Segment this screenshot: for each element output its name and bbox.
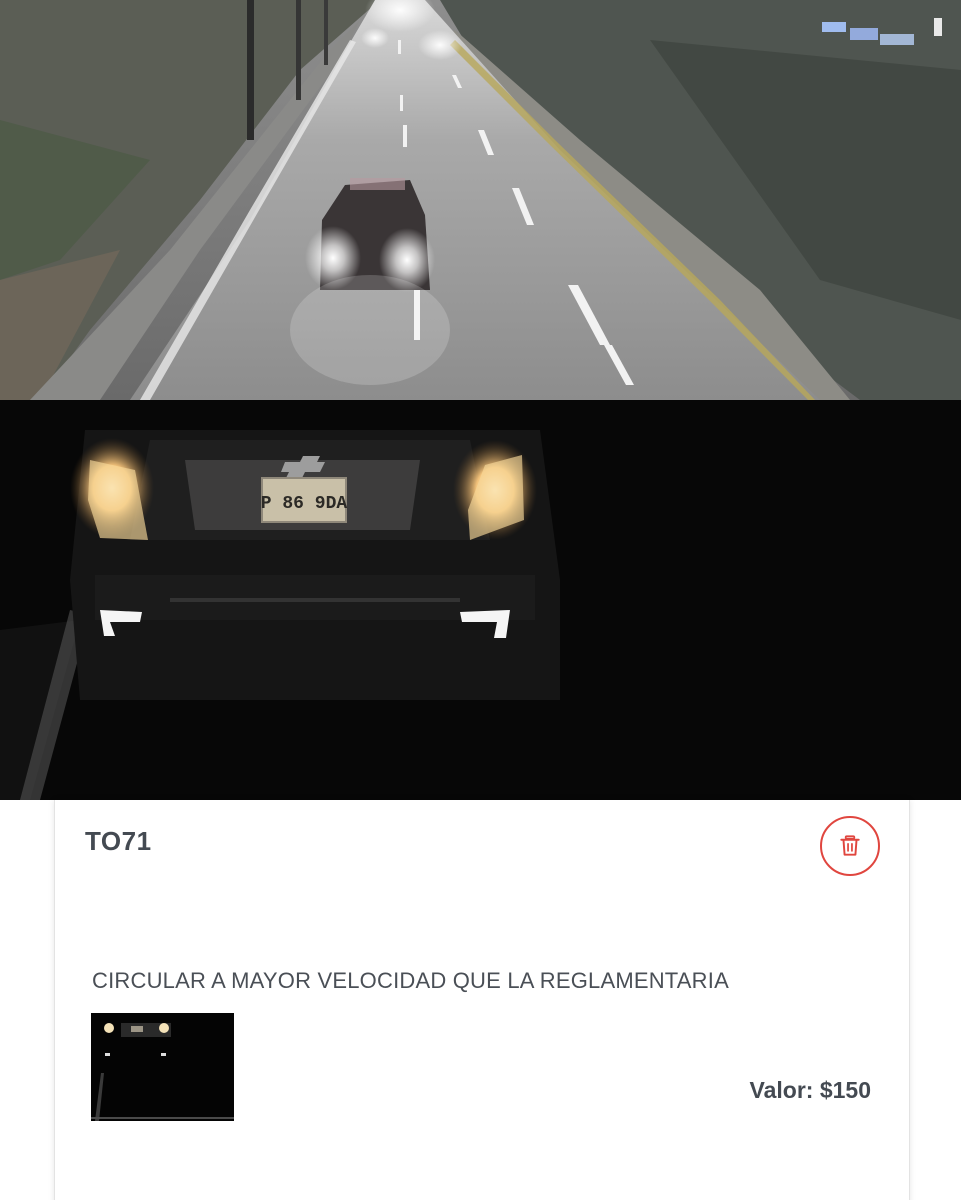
fine-amount: Valor: $150	[749, 1077, 871, 1103]
fine-description: CIRCULAR A MAYOR VELOCIDAD QUE LA REGLAM…	[92, 968, 729, 993]
trash-icon	[840, 835, 860, 856]
license-plate-photo: P 86 9DA	[0, 400, 961, 800]
evidence-thumbnail[interactable]	[91, 1013, 234, 1121]
fine-code: TO71	[85, 826, 152, 856]
traffic-camera-photo	[0, 0, 961, 400]
plate-number: P 86 9DA	[261, 494, 348, 514]
delete-button[interactable]	[820, 816, 880, 876]
fine-card: TO71 CIRCULAR A MAYOR VELOCIDAD QUE LA R…	[54, 800, 910, 1200]
